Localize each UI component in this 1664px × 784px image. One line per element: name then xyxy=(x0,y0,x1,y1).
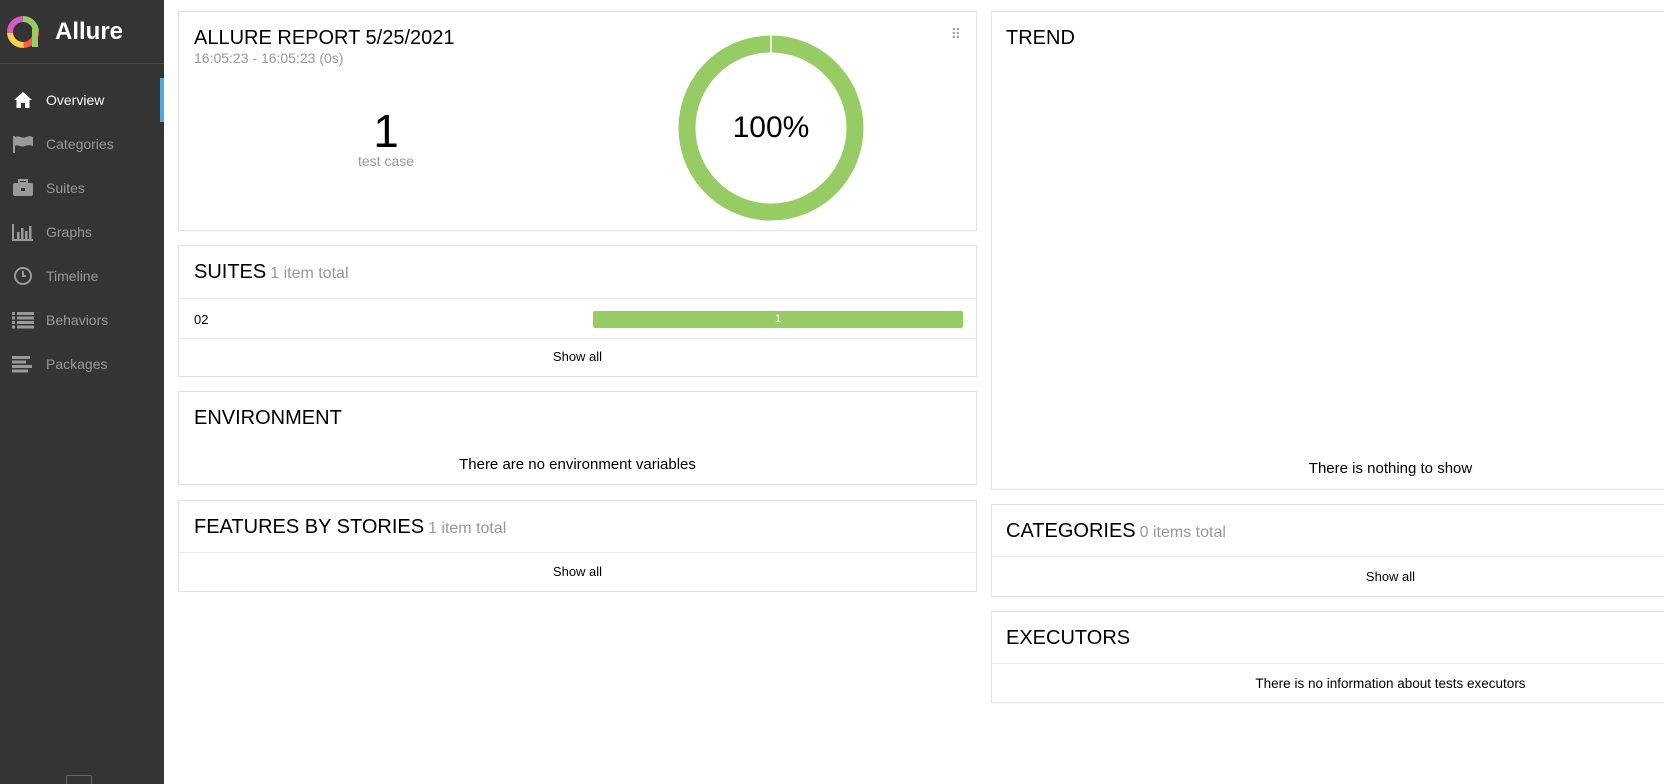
features-widget: FEATURES BY STORIES 1 item total Show all xyxy=(178,500,977,592)
features-total: 1 item total xyxy=(428,520,507,537)
trend-empty-message: There is nothing to show xyxy=(1308,460,1473,477)
suite-name[interactable]: 02 xyxy=(194,312,208,327)
briefcase-icon xyxy=(11,176,35,200)
sidebar-item-label: Overview xyxy=(46,92,105,108)
categories-widget: CATEGORIES 0 items total Show all xyxy=(991,504,1664,597)
environment-widget: ENVIRONMENT There are no environment var… xyxy=(178,391,977,485)
drag-handle-icon[interactable]: ⠿ xyxy=(951,26,961,43)
environment-empty-message: There are no environment variables xyxy=(459,456,696,473)
list-icon xyxy=(11,308,35,332)
executors-widget: EXECUTORS There is no information about … xyxy=(991,611,1664,703)
categories-total: 0 items total xyxy=(1139,524,1226,541)
categories-show-all-link[interactable]: Show all xyxy=(992,569,1664,584)
summary-widget: ALLURE REPORT 5/25/2021 16:05:23 - 16:05… xyxy=(178,11,977,231)
executors-empty-message: There is no information about tests exec… xyxy=(1255,676,1526,691)
sidebar-item-timeline[interactable]: Timeline xyxy=(0,254,164,298)
categories-title: CATEGORIES xyxy=(1006,520,1136,542)
sidebar-nav: Overview Categories Suites Graphs Timeli… xyxy=(0,78,164,386)
brand[interactable]: Allure xyxy=(0,0,164,64)
divider xyxy=(992,556,1664,557)
sidebar-item-label: Graphs xyxy=(46,224,92,240)
executors-title: EXECUTORS xyxy=(1006,627,1131,649)
align-left-icon xyxy=(11,352,35,376)
suites-title-row: SUITES 1 item total xyxy=(194,261,349,284)
sidebar-item-graphs[interactable]: Graphs xyxy=(0,210,164,254)
suite-status-bar[interactable]: 1 xyxy=(593,311,963,328)
divider xyxy=(179,338,976,339)
table-row[interactable]: 02 1 xyxy=(179,298,976,338)
sidebar-item-label: Categories xyxy=(46,136,114,152)
suites-show-all-link[interactable]: Show all xyxy=(179,349,976,364)
features-title-row: FEATURES BY STORIES 1 item total xyxy=(194,516,506,539)
home-icon xyxy=(11,88,35,112)
clock-icon xyxy=(11,264,35,288)
sidebar-item-packages[interactable]: Packages xyxy=(0,342,164,386)
allure-logo-icon xyxy=(7,15,39,48)
suites-total: 1 item total xyxy=(270,265,349,282)
report-title: ALLURE REPORT 5/25/2021 xyxy=(194,27,455,49)
success-percent: 100% xyxy=(732,111,810,144)
test-case-label: test case xyxy=(357,153,415,169)
divider xyxy=(992,663,1664,664)
bar-chart-icon xyxy=(11,220,35,244)
test-case-count: 1 xyxy=(373,105,399,157)
sidebar-item-label: Timeline xyxy=(46,268,99,284)
sidebar-item-categories[interactable]: Categories xyxy=(0,122,164,166)
sidebar-item-behaviors[interactable]: Behaviors xyxy=(0,298,164,342)
report-time-range: 16:05:23 - 16:05:23 (0s) xyxy=(194,50,344,66)
sidebar: Allure Overview Categories Suites Graphs xyxy=(0,0,164,784)
environment-title: ENVIRONMENT xyxy=(194,407,342,429)
divider xyxy=(179,552,976,553)
brand-name: Allure xyxy=(55,17,124,45)
sidebar-item-label: Packages xyxy=(46,356,108,372)
flag-icon xyxy=(11,132,35,156)
suites-title: SUITES xyxy=(194,261,267,283)
categories-title-row: CATEGORIES 0 items total xyxy=(1006,520,1226,543)
sidebar-item-overview[interactable]: Overview xyxy=(0,78,164,122)
sidebar-item-suites[interactable]: Suites xyxy=(0,166,164,210)
sidebar-item-label: Behaviors xyxy=(46,312,109,328)
sidebar-item-label: Suites xyxy=(46,180,85,196)
trend-title: TREND xyxy=(1006,27,1075,49)
features-show-all-link[interactable]: Show all xyxy=(179,564,976,579)
sidebar-collapse-button[interactable] xyxy=(66,775,92,784)
features-title: FEATURES BY STORIES xyxy=(194,516,425,538)
trend-widget: TREND There is nothing to show xyxy=(991,11,1664,490)
suites-widget: SUITES 1 item total 02 1 Show all xyxy=(178,245,977,377)
